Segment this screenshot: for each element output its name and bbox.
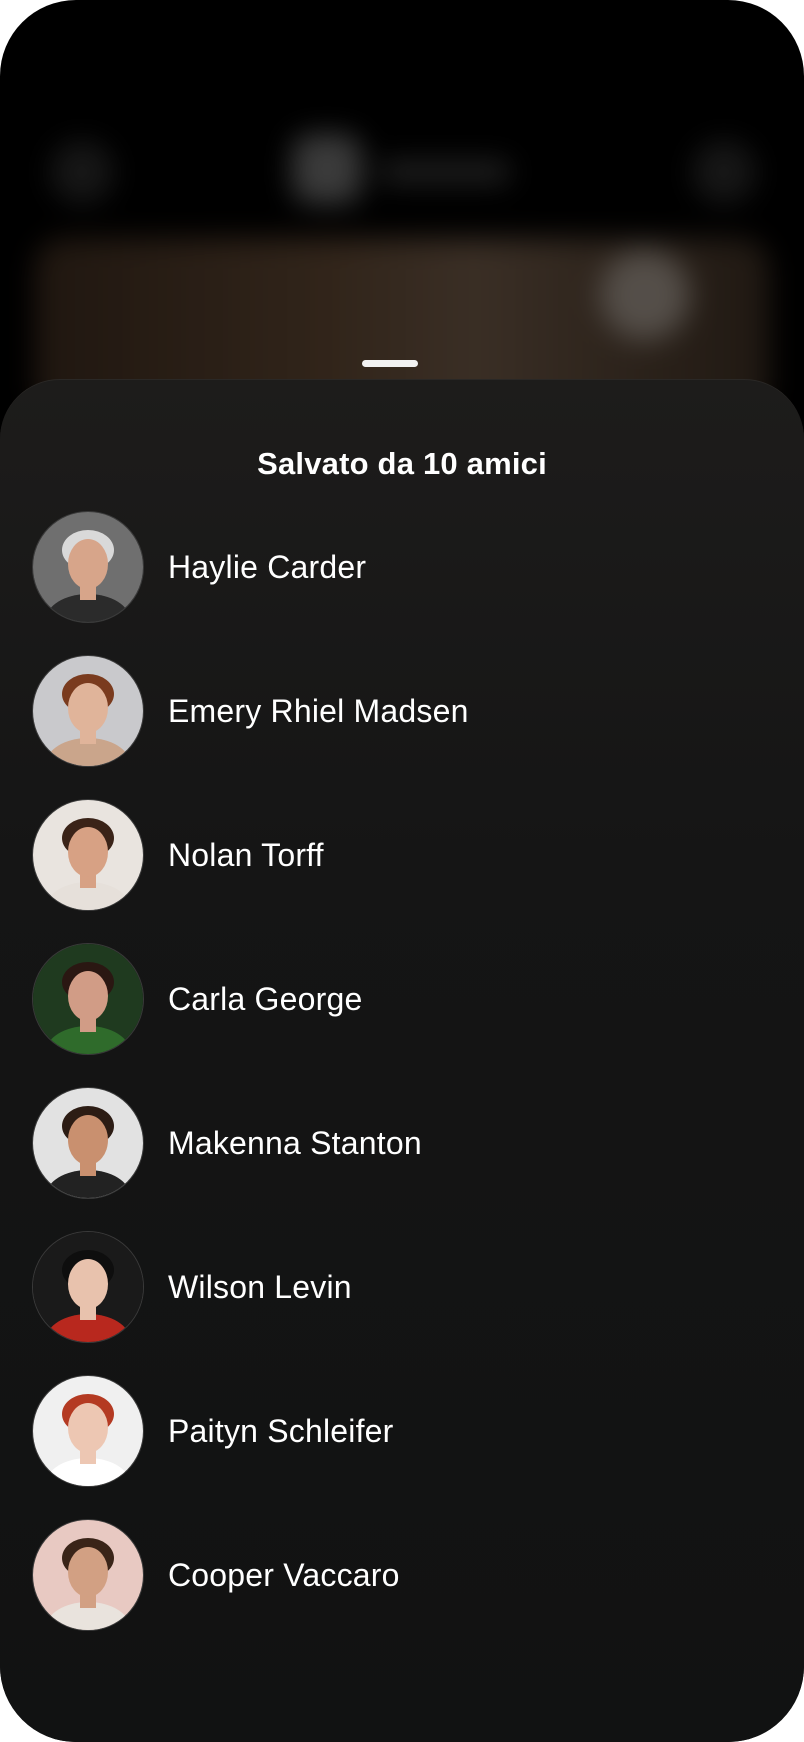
sheet-title: Salvato da 10 amici <box>257 446 547 481</box>
avatar-face <box>68 683 108 733</box>
avatar-face <box>68 827 108 877</box>
avatar-face <box>68 539 108 589</box>
friend-name: Wilson Levin <box>168 1268 352 1305</box>
phone-screen: Salvato da 10 amici Haylie Carder Emery … <box>0 0 804 1742</box>
avatar[interactable] <box>32 655 144 767</box>
avatar[interactable] <box>32 1087 144 1199</box>
friend-row[interactable]: Paityn Schleifer <box>32 1375 772 1487</box>
media-highlight <box>600 250 690 340</box>
saved-by-friends-sheet: Salvato da 10 amici Haylie Carder Emery … <box>0 379 804 1742</box>
avatar[interactable] <box>32 1519 144 1631</box>
friend-row[interactable]: Nolan Torff <box>32 799 772 911</box>
avatar-face <box>68 1547 108 1597</box>
friend-name: Carla George <box>168 980 363 1017</box>
avatar[interactable] <box>32 943 144 1055</box>
friend-row[interactable]: Emery Rhiel Madsen <box>32 655 772 767</box>
friend-name: Paityn Schleifer <box>168 1412 394 1449</box>
page-title <box>380 160 510 184</box>
avatar[interactable] <box>32 799 144 911</box>
friend-row[interactable]: Makenna Stanton <box>32 1087 772 1199</box>
friend-list: Haylie Carder Emery Rhiel Madsen Nolan T… <box>32 511 772 1663</box>
friend-name: Makenna Stanton <box>168 1124 422 1161</box>
friend-name: Haylie Carder <box>168 548 367 585</box>
avatar-face <box>68 1403 108 1453</box>
back-icon <box>50 140 114 204</box>
friend-row[interactable]: Cooper Vaccaro <box>32 1519 772 1631</box>
avatar-face <box>68 971 108 1021</box>
friend-name: Cooper Vaccaro <box>168 1556 400 1593</box>
avatar[interactable] <box>32 511 144 623</box>
more-icon <box>692 140 756 204</box>
friend-row[interactable]: Haylie Carder <box>32 511 772 623</box>
friend-row[interactable]: Carla George <box>32 943 772 1055</box>
background-app-blurred <box>0 0 804 420</box>
avatar <box>292 134 362 204</box>
avatar-face <box>68 1115 108 1165</box>
friend-name: Emery Rhiel Madsen <box>168 692 469 729</box>
friend-row[interactable]: Wilson Levin <box>32 1231 772 1343</box>
avatar[interactable] <box>32 1231 144 1343</box>
sheet-grab-handle[interactable] <box>362 360 418 367</box>
avatar-face <box>68 1259 108 1309</box>
avatar[interactable] <box>32 1375 144 1487</box>
friend-name: Nolan Torff <box>168 836 324 873</box>
